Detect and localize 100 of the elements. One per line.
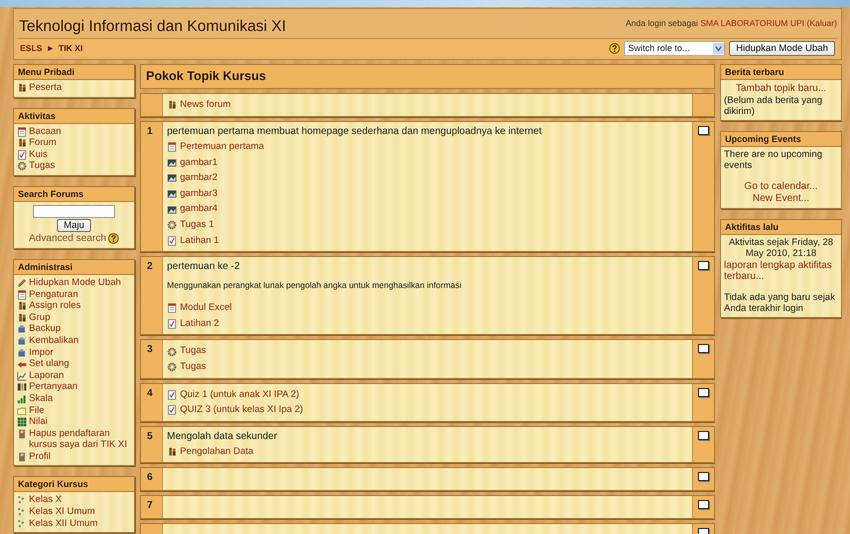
menu-link[interactable]: Nilai [29,416,48,428]
menu-link[interactable]: Hapus pendaftaran kursus saya dari TIK XI [29,428,131,451]
activity-link[interactable]: Quiz 1 (untuk anak XI IPA 2) [180,386,300,402]
help-icon[interactable] [609,42,620,54]
block-title: Aktivitas [14,108,134,124]
dots-icon [17,518,27,529]
block-text: Tidak ada yang baru sejak Anda terakhir login [724,292,836,314]
activity-link[interactable]: Pengolahan Data [180,444,254,460]
menu-link[interactable]: Bacaan [29,126,62,138]
logout-link[interactable]: (Kaluar) [806,18,837,28]
activity-link[interactable]: gambar4 [180,201,218,217]
activity-link[interactable]: Tugas [180,358,206,375]
dots-icon [17,495,27,506]
people-icon [17,138,27,148]
document-icon [17,290,27,300]
checklist-icon [167,390,177,400]
menu-link[interactable]: Skala [29,392,53,404]
role-select[interactable]: Switch role to... [624,40,726,56]
grid-icon [17,382,27,392]
activity-link[interactable]: Modul Excel [180,300,232,316]
activity-link[interactable]: News forum [180,97,231,113]
help-icon[interactable] [108,232,120,244]
square-icon[interactable] [698,388,709,397]
crumb-separator: ► [46,43,55,53]
person-icon [17,428,27,439]
square-icon[interactable] [698,126,709,135]
section-summary: Mengolah data sekunder [167,430,278,443]
block-link[interactable]: Tambah topik baru... [736,83,826,94]
block-title: Berita terbaru [721,65,841,80]
section-summary: pertemuan ke -2 [167,260,241,274]
menu-link[interactable]: Pertanyaan [29,381,78,393]
block-title: Upcoming Events [721,132,841,147]
activity-link[interactable]: Tugas 1 [180,216,214,233]
menu-link[interactable]: Kuis [29,148,48,160]
menu-link[interactable]: Profil [29,450,51,462]
square-icon[interactable] [698,472,709,482]
square-icon[interactable] [698,261,709,270]
menu-link[interactable]: File [29,404,44,416]
square-icon[interactable] [698,500,709,510]
activity-link[interactable]: gambar1 [180,154,218,170]
activity-link[interactable]: Tugas [180,343,206,359]
block-link[interactable]: laporan lengkap aktifitas terbaru... [724,260,838,282]
menu-link[interactable]: Peserta [29,82,62,94]
user-link[interactable]: SMA LABORATORIUM UPI [700,18,804,28]
menu-link[interactable]: Laporan [29,370,64,382]
edit-mode-button[interactable]: Hidupkan Mode Ubah [729,40,835,56]
square-icon[interactable] [698,344,709,354]
line-chart-icon [17,370,27,381]
square-icon[interactable] [698,430,709,440]
table-icon [17,417,27,428]
advanced-search-link[interactable]: Advanced search [28,232,106,244]
crumb-current: TIK XI [58,43,83,53]
activity-link[interactable]: gambar3 [180,186,218,202]
menu-link[interactable]: Assign roles [29,300,81,312]
folder-icon [17,406,27,416]
block-text: Aktivitas sejak Friday, 28 May 2010, 21:18 [728,237,834,259]
activity-link[interactable]: Pertemuan pertama [180,139,264,155]
gear-icon [167,362,177,372]
block-title: Kategori Kursus [14,477,134,492]
activity-link[interactable]: Latihan 1 [180,232,220,248]
block-link[interactable]: New Event... [752,193,810,204]
menu-link[interactable]: Backup [29,323,61,335]
login-info: Anda login sebagai SMA LABORATORIUM UPI (Kaluar) [626,17,837,28]
menu-link[interactable]: Grup [29,312,50,324]
menu-link[interactable]: Kembalikan [29,334,79,347]
menu-link[interactable]: Forum [29,137,56,149]
block-link[interactable]: Go to calendar... [744,181,818,192]
activity-link[interactable]: Latihan 2 [180,316,220,332]
document-icon [17,126,27,137]
crumb-link[interactable]: ESLS [20,43,42,53]
section-summary: pertemuan pertama membuat homepage sederhana dan menguploadnya ke internet [167,125,543,138]
section-number: 4 [147,388,153,399]
person-icon [17,452,27,462]
section-number: 2 [147,261,153,272]
menu-link[interactable]: Kelas XI Umum [29,506,95,518]
menu-link[interactable]: Tugas [29,160,56,172]
activity-link[interactable]: QUIZ 3 (untuk kelas XI Ipa 2) [180,402,304,418]
checklist-icon [17,150,27,160]
image-icon [167,204,177,215]
people-icon [17,312,27,323]
menu-link[interactable]: Impor [29,346,54,358]
dropdown-arrow-icon[interactable] [713,42,724,54]
search-button[interactable]: Maju [56,218,92,232]
bar-chart-icon [17,394,27,404]
menu-link[interactable]: Set ulang [29,358,70,370]
people-icon [167,447,177,458]
gear-icon [167,346,177,357]
menu-link[interactable]: Kelas X [29,494,62,506]
menu-link[interactable]: Kelas XII Umum [29,518,98,530]
box-icon [17,336,27,346]
people-icon [17,83,27,93]
activity-link[interactable]: gambar2 [180,170,218,186]
dots-icon [17,507,27,518]
search-field[interactable] [33,204,115,218]
arrow-icon [17,359,27,370]
menu-link[interactable]: Pengaturan [29,288,78,300]
menu-link[interactable]: Hidupkan Mode Ubah [29,276,121,289]
gear-icon [17,161,27,172]
gear-icon [167,220,177,230]
document-icon [167,303,177,314]
